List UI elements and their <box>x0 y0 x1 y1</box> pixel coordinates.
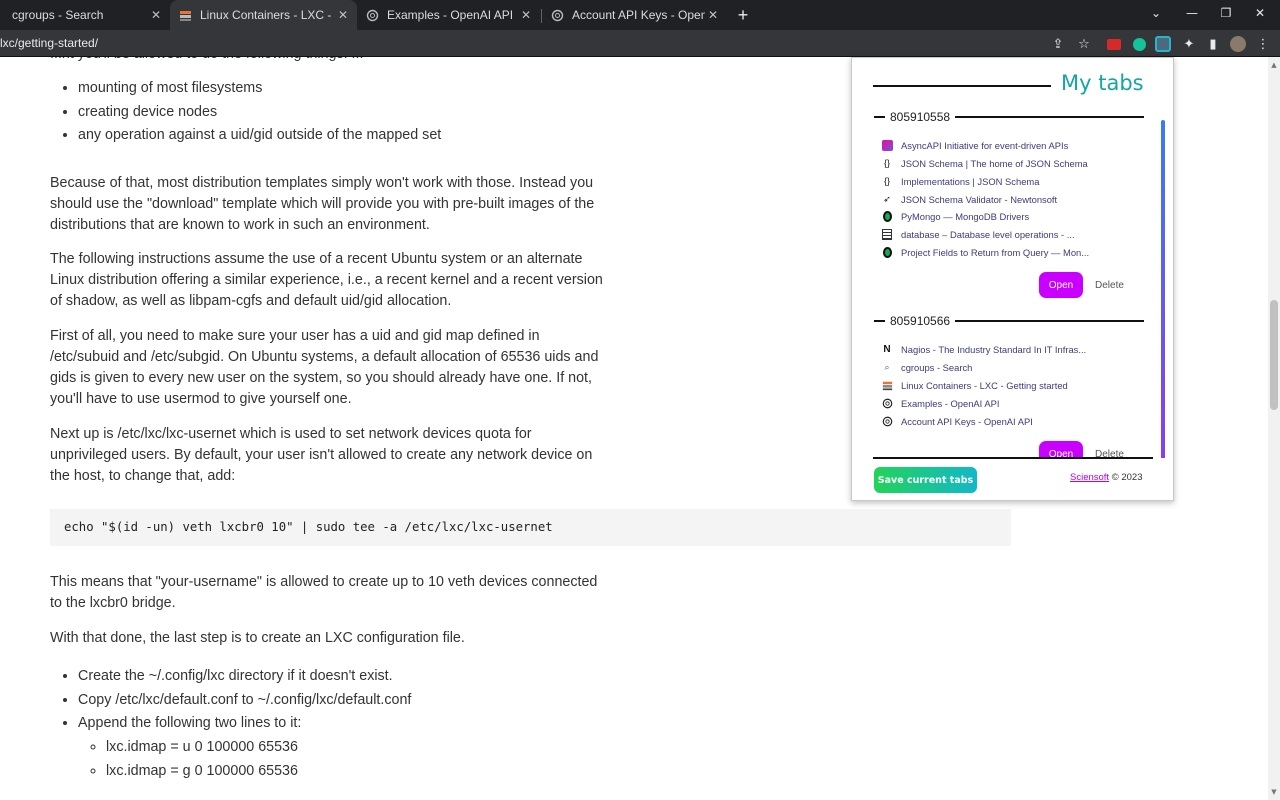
page-scrollbar[interactable]: ▲ ▼ <box>1268 57 1280 800</box>
steps-list: Create the ~/.config/lxc directory if it… <box>78 666 411 737</box>
group-header: 805910566 <box>874 313 1144 329</box>
copyright-text: © 2023 <box>1111 472 1143 483</box>
tab-title: cgroups - Search <box>12 8 104 22</box>
nagios-icon: N <box>883 343 891 355</box>
list-item: lxc.idmap = u 0 100000 65536 <box>106 737 298 761</box>
saved-tab-item[interactable]: N Nagios - The Industry Standard In IT I… <box>881 341 1086 357</box>
popup-title: My tabs <box>1061 71 1144 95</box>
list-item: Create the ~/.config/lxc directory if it… <box>78 666 411 690</box>
json-schema-icon: {} <box>883 158 890 168</box>
saved-tab-item[interactable]: database – Database level operations - .… <box>881 226 1075 242</box>
saved-tab-item[interactable]: AsyncAPI Initiative for event-driven API… <box>881 137 1068 153</box>
scroll-down-arrow-icon[interactable]: ▼ <box>1268 786 1280 798</box>
open-group-button[interactable]: Open <box>1039 441 1083 458</box>
browser-tab[interactable]: Account API Keys - OpenAI API ✕ <box>542 0 727 30</box>
list-item: mounting of most filesystems <box>78 78 441 102</box>
list-item: Append the following two lines to it: <box>78 713 411 737</box>
paragraph: First of all, you need to make sure your… <box>50 328 599 407</box>
saved-tab-item[interactable]: Linux Containers - LXC - Getting started <box>881 377 1068 393</box>
group-name: 805910558 <box>890 110 951 124</box>
idmap-list: lxc.idmap = u 0 100000 65536 lxc.idmap =… <box>106 737 298 785</box>
lxc-icon <box>178 8 192 22</box>
my-tabs-extension-icon[interactable] <box>1154 35 1172 53</box>
paragraph: This means that "your-username" is allow… <box>50 574 598 611</box>
code-block[interactable]: echo "$(id -un) veth lxcbr0 10" | sudo t… <box>50 509 1011 546</box>
share-icon[interactable]: ⇪ <box>1049 35 1067 53</box>
browser-tab-strip: cgroups - Search ✕ Linux Containers - LX… <box>0 0 1280 30</box>
bookmark-star-icon[interactable]: ☆ <box>1075 35 1093 53</box>
browser-tab-active[interactable]: Linux Containers - LXC - Getting ✕ <box>170 0 357 30</box>
restriction-list: mounting of most filesystems creating de… <box>78 78 441 149</box>
saved-tab-item[interactable]: Project Fields to Return from Query — Mo… <box>881 244 1089 260</box>
search-icon <box>0 8 4 22</box>
header-divider <box>873 85 1051 87</box>
openai-icon <box>550 8 564 22</box>
save-current-tabs-button[interactable]: Save current tabs <box>874 467 977 493</box>
close-icon[interactable]: ✕ <box>518 8 534 22</box>
browser-tab[interactable]: cgroups - Search ✕ <box>0 0 170 30</box>
close-icon[interactable]: ✕ <box>148 8 164 22</box>
cutoff-text: ...nt you'll be allowed to do the follow… <box>50 57 363 65</box>
saved-tab-item[interactable]: ⌕ cgroups - Search <box>881 359 972 375</box>
footer-divider <box>873 457 1153 459</box>
restore-button[interactable]: ❐ <box>1216 6 1236 20</box>
profile-avatar-icon[interactable] <box>1229 35 1247 53</box>
list-item: lxc.idmap = g 0 100000 65536 <box>106 761 298 785</box>
list-item: creating device nodes <box>78 102 441 126</box>
group-name: 805910566 <box>890 314 951 328</box>
rocket-icon: ➶ <box>883 193 891 204</box>
saved-tab-item[interactable]: {} JSON Schema | The home of JSON Schema <box>881 155 1088 171</box>
minimize-button[interactable]: — <box>1182 6 1202 20</box>
group-header: 805910558 <box>874 109 1144 125</box>
side-panel-icon[interactable]: ▮ <box>1204 35 1222 53</box>
extension-red-icon[interactable] <box>1105 35 1123 53</box>
delete-group-button[interactable]: Delete <box>1095 441 1124 459</box>
paragraph: Next up is /etc/lxc/lxc-usernet which is… <box>50 426 593 484</box>
browser-toolbar: lxc/getting-started/ ⇪ ☆ ✦ ▮ ⋮ <box>0 30 1280 57</box>
popup-scrollbar[interactable] <box>1161 120 1165 458</box>
tab-title: Linux Containers - LXC - Getting <box>200 8 335 22</box>
paragraph: With that done, the last step is to crea… <box>50 630 465 646</box>
scrollbar-thumb[interactable] <box>1270 300 1278 410</box>
list-item: any operation against a uid/gid outside … <box>78 125 441 149</box>
browser-tab[interactable]: Examples - OpenAI API ✕ <box>357 0 540 30</box>
sciensoft-link[interactable]: Sciensoft <box>1070 472 1109 483</box>
docs-icon <box>881 228 893 240</box>
paragraph: The following instructions assume the us… <box>50 251 603 309</box>
tab-search-chevron-icon[interactable]: ⌄ <box>1146 6 1166 20</box>
my-tabs-popup: My tabs 805910558 AsyncAPI Initiative fo… <box>851 57 1174 501</box>
close-window-button[interactable]: ✕ <box>1250 6 1270 20</box>
saved-tab-item[interactable]: {} Implementations | JSON Schema <box>881 173 1039 189</box>
json-schema-icon: {} <box>883 176 890 186</box>
new-tab-button[interactable]: + <box>734 5 752 25</box>
extensions-puzzle-icon[interactable]: ✦ <box>1180 35 1198 53</box>
saved-tab-item[interactable]: PyMongo — MongoDB Drivers <box>881 208 1029 224</box>
saved-tab-item[interactable]: Account API Keys - OpenAI API <box>881 413 1033 429</box>
saved-tab-item[interactable]: ➶ JSON Schema Validator - Newtonsoft <box>881 191 1057 207</box>
openai-icon <box>881 397 893 409</box>
list-item: Copy /etc/lxc/default.conf to ~/.config/… <box>78 690 411 714</box>
credit-text: Sciensoft © 2023 <box>1070 472 1143 483</box>
close-icon[interactable]: ✕ <box>335 8 351 22</box>
tab-title: Examples - OpenAI API <box>387 8 514 22</box>
mongodb-leaf-icon <box>881 246 893 258</box>
menu-kebab-icon[interactable]: ⋮ <box>1254 35 1272 53</box>
openai-icon <box>365 8 379 22</box>
lxc-icon <box>881 379 893 391</box>
tab-title: Account API Keys - OpenAI API <box>572 8 705 22</box>
asyncapi-icon <box>881 139 893 151</box>
open-group-button[interactable]: Open <box>1039 272 1083 298</box>
scroll-up-arrow-icon[interactable]: ▲ <box>1268 59 1280 71</box>
saved-tab-item[interactable]: Examples - OpenAI API <box>881 395 999 411</box>
openai-icon <box>881 415 893 427</box>
delete-group-button[interactable]: Delete <box>1095 272 1124 298</box>
mongodb-leaf-icon <box>881 210 893 222</box>
search-icon: ⌕ <box>884 361 890 372</box>
grammarly-icon[interactable] <box>1130 35 1148 53</box>
paragraph: Because of that, most distribution templ… <box>50 175 595 233</box>
close-icon[interactable]: ✕ <box>705 8 721 22</box>
address-bar-url[interactable]: lxc/getting-started/ <box>0 36 98 50</box>
groups-scroll-area[interactable]: 805910558 AsyncAPI Initiative for event-… <box>852 98 1173 458</box>
